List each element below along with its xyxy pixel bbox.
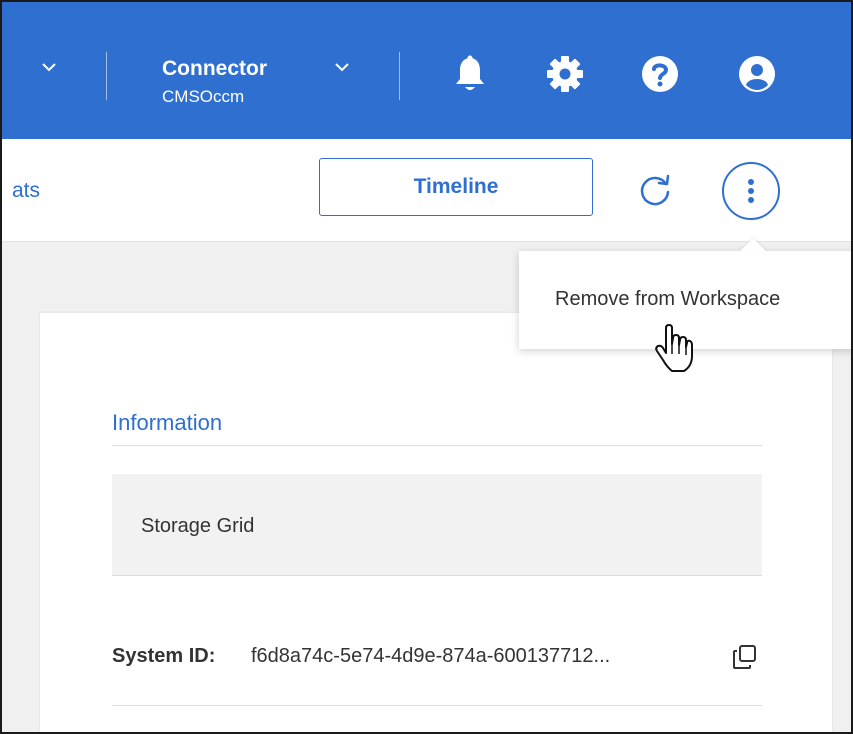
copy-icon[interactable] <box>730 642 760 672</box>
storage-type-value: Storage Grid <box>141 515 255 537</box>
chevron-down-icon[interactable] <box>40 58 58 76</box>
menu-item-remove-from-workspace[interactable]: Remove from Workspace <box>555 288 780 311</box>
tab-partial-label[interactable]: ats <box>12 179 40 203</box>
information-heading: Information <box>112 410 223 435</box>
divider <box>399 52 400 100</box>
refresh-icon[interactable] <box>630 165 680 215</box>
divider <box>112 445 762 446</box>
more-options-button[interactable] <box>722 162 780 220</box>
system-id-label: System ID: <box>112 645 216 667</box>
menu-pointer <box>739 238 767 252</box>
gear-icon[interactable] <box>545 54 585 94</box>
top-navigation-bar: Connector CMSOccm <box>2 2 851 139</box>
divider <box>112 705 762 706</box>
bell-icon[interactable] <box>450 54 490 94</box>
more-vertical-icon <box>748 179 754 203</box>
connector-name: CMSOccm <box>162 87 245 106</box>
user-icon[interactable] <box>737 54 777 94</box>
app-window: Connector CMSOccm ats Timeline Informati… <box>0 0 853 734</box>
system-id-value: f6d8a74c-5e74-4d9e-874a-600137712... <box>251 645 611 667</box>
chevron-down-icon[interactable] <box>333 58 351 76</box>
divider <box>106 52 107 100</box>
connector-label: Connector <box>162 57 267 80</box>
timeline-button[interactable]: Timeline <box>319 158 593 216</box>
help-icon[interactable] <box>640 54 680 94</box>
hand-cursor-icon <box>654 324 694 374</box>
